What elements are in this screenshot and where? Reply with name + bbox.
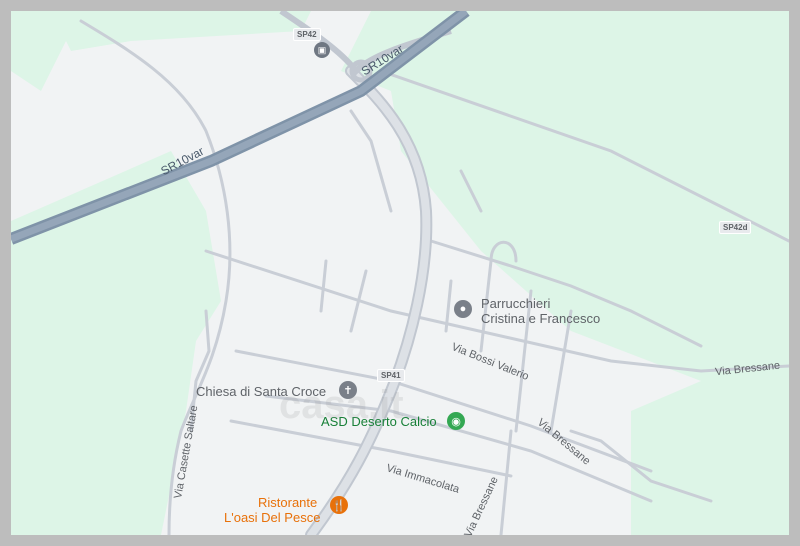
road-small-1	[349, 109, 393, 213]
green-area-top-left	[51, 11, 311, 51]
map-layer	[11, 11, 789, 535]
poi-parrucchieri-line2[interactable]: Cristina e Francesco	[481, 311, 600, 326]
sports-icon[interactable]: ◉	[447, 412, 465, 430]
green-area-left-big	[11, 151, 221, 535]
road-vertical-g	[499, 429, 513, 535]
poi-ristorante-line1[interactable]: Ristorante	[258, 495, 317, 510]
watermark: casa.it	[279, 383, 404, 427]
sp42-shield: SP42	[293, 28, 321, 41]
sp42d-shield: SP42d	[719, 221, 752, 234]
map-canvas[interactable]: SP42 SP42d SP41 SR10var SR10var ▣ Via Bo…	[11, 11, 789, 535]
road-vertical-f	[549, 309, 573, 433]
sp41-shield: SP41	[377, 369, 405, 382]
map-frame: SP42 SP42d SP41 SR10var SR10var ▣ Via Bo…	[0, 0, 800, 546]
road-vertical-a	[319, 259, 328, 313]
green-area-right	[341, 11, 789, 535]
restaurant-icon[interactable]: 🍴	[330, 496, 348, 514]
bus-stop-icon[interactable]: ▣	[314, 42, 330, 58]
poi-ristorante-line2[interactable]: L'oasi Del Pesce	[224, 510, 320, 525]
service-icon[interactable]: ●	[454, 300, 472, 318]
poi-parrucchieri-line1[interactable]: Parrucchieri	[481, 296, 550, 311]
